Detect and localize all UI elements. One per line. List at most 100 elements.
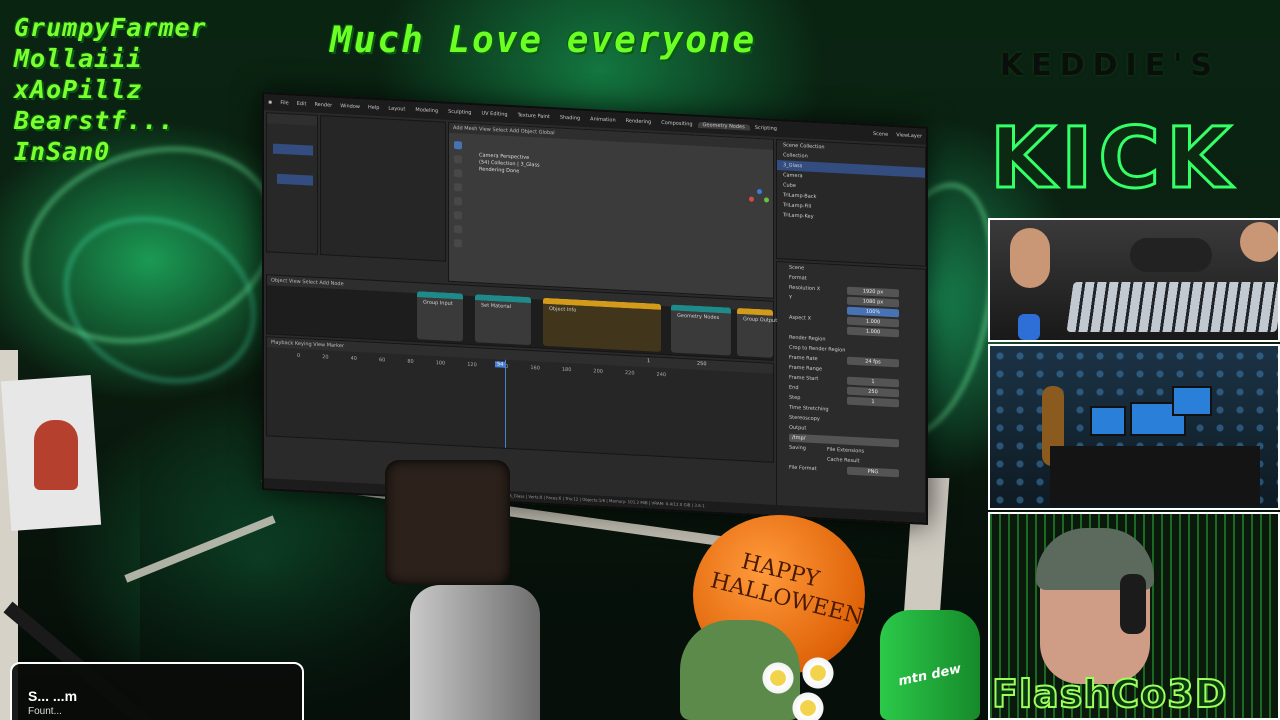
node-title: Group Input bbox=[423, 299, 453, 307]
cursor-tool-icon[interactable] bbox=[454, 155, 462, 164]
tab-compositing[interactable]: Compositing bbox=[656, 120, 697, 128]
chair-back bbox=[385, 460, 510, 585]
tab-layout[interactable]: Layout bbox=[383, 105, 410, 113]
annotate-tool-icon[interactable] bbox=[454, 225, 462, 234]
keyboard bbox=[1066, 282, 1278, 332]
desk bbox=[1050, 446, 1260, 506]
view-layer-selector[interactable]: ViewLayer bbox=[892, 132, 926, 140]
now-playing-subtitle: Fount... bbox=[28, 706, 62, 717]
field-label: Y bbox=[789, 294, 793, 301]
supporter-name: Bearstf... bbox=[14, 106, 175, 135]
select-tool-icon[interactable] bbox=[454, 141, 462, 150]
menu-render[interactable]: Render bbox=[310, 102, 336, 109]
tick-label: 220 bbox=[624, 370, 635, 377]
field-label: Saving bbox=[789, 444, 806, 452]
menu-edit[interactable]: Edit bbox=[293, 101, 311, 108]
field-label: Resolution X bbox=[789, 284, 821, 293]
tab-scripting[interactable]: Scripting bbox=[750, 125, 782, 133]
list-item[interactable] bbox=[273, 143, 313, 156]
blender-logo-icon[interactable]: ◉ bbox=[264, 99, 276, 106]
navigation-gizmo-icon[interactable] bbox=[749, 188, 769, 210]
now-playing-title: S... ...m bbox=[28, 688, 78, 704]
scene-selector[interactable]: Scene bbox=[869, 131, 892, 138]
field-label: Frame Start bbox=[789, 374, 819, 383]
tab-shading[interactable]: Shading bbox=[555, 114, 585, 122]
flower-icon bbox=[760, 660, 796, 696]
move-tool-icon[interactable] bbox=[454, 169, 462, 178]
tab-uv-editing[interactable]: UV Editing bbox=[476, 110, 512, 118]
flower-icon bbox=[790, 690, 826, 720]
kick-title: KICK bbox=[988, 108, 1238, 209]
headset bbox=[1120, 574, 1146, 634]
start-frame-field[interactable]: 1 bbox=[647, 358, 650, 364]
soda-bottle bbox=[880, 610, 980, 720]
node-set-material[interactable]: Set Material bbox=[475, 294, 531, 346]
hand bbox=[1010, 228, 1050, 288]
field-label: Step bbox=[789, 394, 801, 402]
list-item[interactable] bbox=[267, 113, 317, 126]
tab-geometry-nodes[interactable]: Geometry Nodes bbox=[697, 121, 750, 131]
node-group-output[interactable]: Group Output bbox=[737, 307, 778, 358]
rotate-tool-icon[interactable] bbox=[454, 183, 462, 192]
gamepad bbox=[1130, 238, 1212, 272]
tick-label: 180 bbox=[561, 366, 572, 374]
supporter-name: Mollaiii bbox=[14, 44, 143, 73]
node-title: Set Material bbox=[481, 302, 512, 311]
file-format-dropdown[interactable]: PNG bbox=[847, 466, 899, 478]
blender-window: ◉ File Edit Render Window Help Layout Mo… bbox=[262, 92, 928, 525]
desk-lamp bbox=[410, 585, 540, 720]
now-playing-widget: S... ...m Fount... bbox=[10, 662, 304, 720]
outliner[interactable]: Scene Collection Collection 3_Glass Came… bbox=[776, 138, 926, 267]
tick-label: 60 bbox=[378, 357, 386, 364]
node-object-info[interactable]: Object Info bbox=[543, 297, 661, 352]
menu-window[interactable]: Window bbox=[336, 103, 364, 110]
tick-label: 20 bbox=[322, 354, 329, 361]
end-frame-field[interactable]: 250 bbox=[697, 361, 707, 368]
supporter-name: xAoPillz bbox=[14, 75, 143, 104]
supporter-name: GrumpyFarmer bbox=[14, 13, 207, 42]
desk-camera bbox=[988, 218, 1280, 342]
measure-tool-icon[interactable] bbox=[454, 239, 462, 248]
field-label: End bbox=[789, 384, 799, 392]
tick-label: 0 bbox=[297, 352, 301, 360]
menu-file[interactable]: File bbox=[276, 100, 292, 107]
list-item[interactable] bbox=[277, 173, 313, 186]
properties-editor[interactable]: Scene Format Resolution X 1920 px Y 1080 p… bbox=[776, 260, 926, 525]
viewport-overlay-text: Camera Perspective (54) Collection | 3_G… bbox=[479, 152, 540, 176]
flower-icon bbox=[800, 655, 836, 691]
scale-tool-icon[interactable] bbox=[454, 197, 462, 206]
file-browser-sidebar[interactable] bbox=[266, 112, 318, 255]
tick-label: 40 bbox=[350, 355, 357, 362]
tab-rendering[interactable]: Rendering bbox=[621, 118, 657, 126]
tick-label: 120 bbox=[467, 361, 477, 369]
tick-label: 160 bbox=[530, 365, 540, 372]
playhead[interactable] bbox=[505, 359, 506, 448]
monitor bbox=[1090, 406, 1126, 436]
tick-label: 80 bbox=[407, 358, 414, 365]
tab-modeling[interactable]: Modeling bbox=[410, 107, 443, 115]
transform-tool-icon[interactable] bbox=[454, 211, 462, 220]
tick-label: 200 bbox=[593, 368, 603, 375]
current-frame-indicator[interactable]: 54 bbox=[495, 361, 506, 368]
node-geometry-nodes[interactable]: Geometry Nodes bbox=[671, 304, 731, 356]
tab-animation[interactable]: Animation bbox=[585, 116, 621, 124]
headline-banner: Much Love everyone bbox=[330, 20, 757, 61]
supporter-names: GrumpyFarmer Mollaiii xAoPillz Bearstf..… bbox=[14, 12, 264, 167]
field-label: File Format bbox=[789, 464, 817, 473]
node-title: Object Info bbox=[549, 306, 577, 314]
monitor bbox=[1172, 386, 1212, 416]
file-browser[interactable] bbox=[320, 115, 446, 262]
3d-viewport[interactable]: Add Mesh View Select Add Object Global C… bbox=[448, 121, 774, 299]
room-camera bbox=[988, 344, 1280, 510]
brand-logo: FlashCo3D bbox=[991, 671, 1228, 717]
kick-subtitle: KEDDIE'S bbox=[1000, 48, 1220, 83]
hand bbox=[1240, 222, 1278, 262]
tab-sculpting[interactable]: Sculpting bbox=[443, 108, 476, 116]
node-title: Geometry Nodes bbox=[677, 312, 720, 321]
tab-texture-paint[interactable]: Texture Paint bbox=[513, 112, 555, 120]
menu-help[interactable]: Help bbox=[364, 104, 383, 112]
node-title: Group Output bbox=[743, 316, 778, 324]
tick-label: 240 bbox=[656, 371, 667, 379]
node-group-input[interactable]: Group Input bbox=[417, 291, 463, 342]
supporter-name: InSan0 bbox=[14, 137, 111, 166]
